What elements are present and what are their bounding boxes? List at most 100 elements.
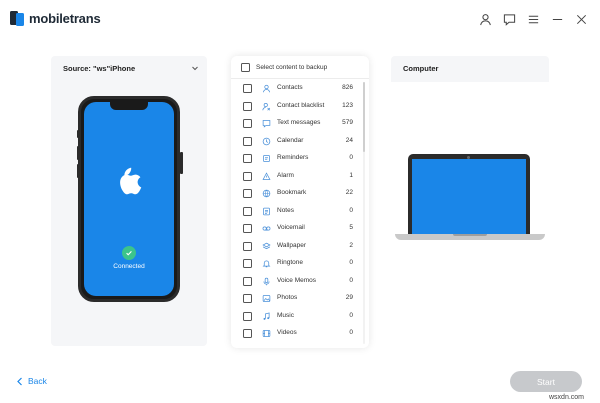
- start-button[interactable]: Start: [510, 371, 582, 392]
- chevron-left-icon: [17, 377, 22, 385]
- list-item[interactable]: Contacts 826: [231, 80, 361, 97]
- user-icon[interactable]: [478, 12, 492, 26]
- destination-device-area: [391, 82, 549, 346]
- item-count: 0: [349, 329, 353, 336]
- window-controls: [478, 12, 588, 26]
- item-label: Voicemail: [277, 224, 305, 231]
- item-checkbox[interactable]: [243, 294, 252, 303]
- item-label: Alarm: [277, 171, 294, 179]
- item-checkbox[interactable]: [243, 119, 252, 128]
- item-checkbox[interactable]: [243, 171, 252, 181]
- destination-device-panel: Computer: [391, 56, 549, 346]
- item-count: 29: [345, 294, 353, 301]
- list-item[interactable]: Calendar 24: [231, 133, 361, 150]
- watermark: wsxdn.com: [549, 394, 585, 401]
- item-checkbox[interactable]: [243, 206, 252, 216]
- list-item[interactable]: Music 0: [231, 308, 361, 325]
- menu-icon[interactable]: [526, 12, 540, 26]
- laptop-base: [395, 234, 545, 240]
- list-item[interactable]: Reminders 0: [231, 150, 361, 167]
- select-all-row[interactable]: Select content to backup: [241, 63, 327, 72]
- item-count: 0: [349, 154, 353, 161]
- item-checkbox[interactable]: [243, 224, 252, 233]
- select-all-label: Select content to backup: [256, 64, 328, 71]
- voicemail-icon: [261, 223, 272, 234]
- item-count: 0: [349, 259, 353, 266]
- connection-status: Connected: [113, 263, 145, 270]
- photo-icon: [261, 293, 272, 304]
- phone-screen: Connected: [84, 102, 174, 296]
- music-icon: [261, 311, 272, 322]
- item-count: 826: [342, 84, 353, 91]
- select-all-checkbox[interactable]: [241, 63, 250, 72]
- phone-notch: [110, 102, 148, 110]
- mobiletrans-logo-icon: [10, 11, 24, 26]
- list-item[interactable]: Ringtone 0: [231, 255, 361, 272]
- wallpaper-icon: [261, 241, 272, 252]
- item-count: 0: [349, 206, 353, 214]
- list-item[interactable]: Videos 0: [231, 325, 361, 342]
- list-item[interactable]: Notes 0: [231, 203, 361, 220]
- item-count: 1: [349, 171, 353, 179]
- notes-icon: [261, 206, 272, 217]
- contact-blacklist-icon: [261, 101, 272, 112]
- item-count: 22: [345, 189, 353, 196]
- scrollbar-thumb[interactable]: [363, 82, 365, 152]
- calendar-icon: [261, 136, 272, 147]
- item-count: 123: [342, 101, 353, 109]
- item-checkbox[interactable]: [243, 189, 252, 198]
- title-bar: mobiletrans: [0, 0, 600, 38]
- item-label: Videos: [277, 329, 297, 336]
- item-label: Notes: [277, 206, 294, 214]
- list-item[interactable]: Alarm 1: [231, 168, 361, 185]
- item-count: 2: [349, 241, 353, 249]
- item-checkbox[interactable]: [243, 154, 252, 163]
- destination-device-title: Computer: [403, 64, 439, 73]
- phone-side-button: [180, 152, 183, 174]
- item-checkbox[interactable]: [243, 259, 252, 268]
- item-count: 0: [349, 311, 353, 319]
- item-label: Music: [277, 311, 294, 319]
- item-count: 579: [342, 119, 353, 126]
- source-device-panel: Source: "ws"iPhone Connected: [51, 56, 207, 346]
- alarm-icon: [261, 171, 272, 182]
- item-label: Contacts: [277, 84, 303, 91]
- voice-memo-icon: [261, 276, 272, 287]
- item-count: 24: [345, 136, 353, 144]
- item-label: Text messages: [277, 119, 321, 126]
- iphone-illustration: Connected: [78, 96, 180, 302]
- list-item[interactable]: Wallpaper 2: [231, 238, 361, 255]
- item-checkbox[interactable]: [243, 311, 252, 321]
- list-item[interactable]: Voicemail 5: [231, 220, 361, 237]
- item-label: Photos: [277, 294, 298, 301]
- feedback-icon[interactable]: [502, 12, 516, 26]
- list-item[interactable]: Text messages 579: [231, 115, 361, 132]
- source-device-title: Source: "ws"iPhone: [63, 64, 136, 73]
- close-icon[interactable]: [574, 12, 588, 26]
- chevron-down-icon[interactable]: [191, 64, 199, 72]
- item-checkbox[interactable]: [243, 329, 252, 338]
- ringtone-icon: [261, 258, 272, 269]
- laptop-illustration: [408, 154, 530, 234]
- item-label: Wallpaper: [277, 241, 307, 249]
- item-label: Reminders: [277, 154, 309, 161]
- item-label: Ringtone: [277, 259, 304, 266]
- item-checkbox[interactable]: [243, 241, 252, 251]
- item-label: Calendar: [277, 136, 304, 144]
- list-item[interactable]: Photos 29: [231, 290, 361, 307]
- app-brand: mobiletrans: [29, 11, 101, 26]
- list-item[interactable]: Contact blacklist 123: [231, 98, 361, 115]
- item-checkbox[interactable]: [243, 84, 252, 93]
- item-label: Contact blacklist: [277, 101, 325, 109]
- list-item[interactable]: Voice Memos 0: [231, 273, 361, 290]
- item-checkbox[interactable]: [243, 276, 252, 286]
- back-button[interactable]: Back: [16, 376, 47, 386]
- item-checkbox[interactable]: [243, 101, 252, 111]
- item-checkbox[interactable]: [243, 136, 252, 146]
- list-item[interactable]: Bookmark 22: [231, 185, 361, 202]
- contact-icon: [261, 83, 272, 94]
- video-icon: [261, 328, 272, 339]
- content-selection-panel: Select content to backup Contacts 826 Cont…: [231, 56, 369, 348]
- minimize-icon[interactable]: [550, 12, 564, 26]
- bookmark-icon: [261, 188, 272, 199]
